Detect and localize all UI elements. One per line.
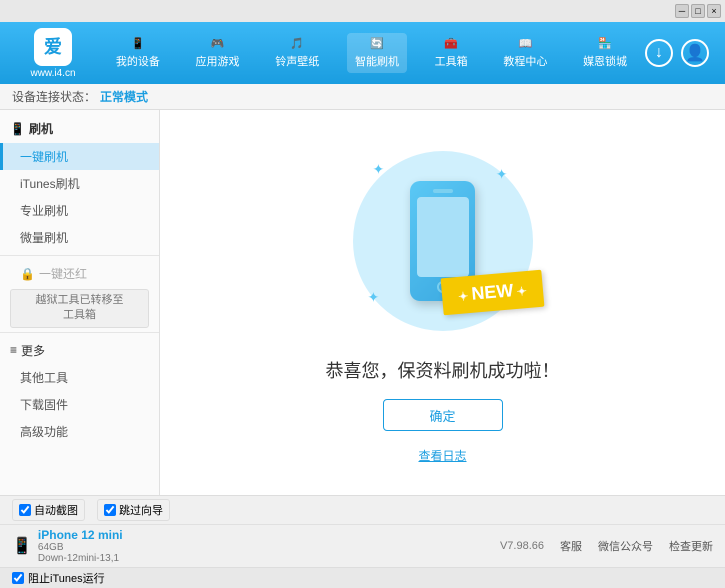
- sidebar-section-locked: 🔒 一键还红: [0, 260, 159, 287]
- sidebar-item-advanced[interactable]: 高级功能: [0, 418, 159, 445]
- status-bar: 设备连接状态： 正常模式: [0, 84, 725, 110]
- circle-background: ✦ ✦ ✦ NEW: [353, 151, 533, 331]
- nav-tutorials[interactable]: 📖 教程中心: [495, 33, 555, 73]
- nav-toolbox[interactable]: 🧰 工具箱: [427, 33, 476, 73]
- success-message: 恭喜您，保资料刷机成功啦！: [326, 357, 560, 383]
- device-storage: 64GB: [38, 542, 123, 553]
- tutorials-icon: 📖: [519, 37, 533, 50]
- store-icon: 🏪: [598, 37, 612, 50]
- header-right: ↓ 👤: [645, 39, 717, 67]
- toolbox-icon: 🧰: [444, 37, 458, 50]
- footer-main-row: 📱 iPhone 12 mini 64GB Down-12mini-13,1 V…: [0, 525, 725, 567]
- new-badge: NEW: [440, 270, 544, 316]
- smart-flash-icon: 🔄: [370, 37, 384, 50]
- lock-icon: 🔒: [20, 267, 35, 281]
- view-log-link[interactable]: 查看日志: [418, 447, 466, 464]
- sidebar-item-itunes-flash[interactable]: iTunes刷机: [0, 170, 159, 197]
- auto-send-label: 自动截图: [34, 502, 78, 518]
- device-model: Down-12mini-13,1: [38, 553, 123, 564]
- logo-url: www.i4.cn: [30, 68, 75, 79]
- sidebar-section-flash: 📱 刷机: [0, 114, 159, 143]
- close-button[interactable]: ×: [707, 4, 721, 18]
- more-section-icon: ≡: [10, 343, 17, 357]
- wizard-checkbox[interactable]: [104, 504, 116, 516]
- footer-wrapper: 自动截图 跳过向导 📱 iPhone 12 mini 64GB Down-12m…: [0, 495, 725, 588]
- sidebar-item-one-key-flash[interactable]: 一键刷机: [0, 143, 159, 170]
- nav-my-device[interactable]: 📱 我的设备: [108, 33, 168, 73]
- minimize-button[interactable]: ─: [675, 4, 689, 18]
- header: 爱 www.i4.cn 📱 我的设备 🎮 应用游戏 🎵 铃声壁纸 🔄 智能刷机 …: [0, 22, 725, 84]
- logo-area: 爱 www.i4.cn: [8, 28, 98, 79]
- sidebar-item-download-firmware[interactable]: 下载固件: [0, 391, 159, 418]
- device-info: iPhone 12 mini 64GB Down-12mini-13,1: [38, 528, 123, 564]
- download-button[interactable]: ↓: [645, 39, 673, 67]
- main-area: 📱 刷机 一键刷机 iTunes刷机 专业刷机 微量刷机 🔒 一键还红 越狱工具…: [0, 110, 725, 495]
- my-device-icon: 📱: [131, 37, 145, 50]
- itunes-checkbox[interactable]: [12, 572, 24, 584]
- wechat-link[interactable]: 微信公众号: [598, 538, 653, 554]
- device-icon: 📱: [12, 536, 32, 556]
- apps-games-icon: 🎮: [211, 37, 225, 50]
- nav-ringtones[interactable]: 🎵 铃声壁纸: [267, 33, 327, 73]
- nav-bar: 📱 我的设备 🎮 应用游戏 🎵 铃声壁纸 🔄 智能刷机 🧰 工具箱 📖 教程中心…: [98, 33, 645, 73]
- phone-speaker: [433, 189, 453, 193]
- locked-message: 越狱工具已转移至工具箱: [10, 289, 149, 328]
- version-text: V7.98.66: [500, 540, 544, 552]
- sidebar: 📱 刷机 一键刷机 iTunes刷机 专业刷机 微量刷机 🔒 一键还红 越狱工具…: [0, 110, 160, 495]
- logo-icon: 爱: [34, 28, 72, 66]
- itunes-label: 阻止iTunes运行: [28, 570, 105, 586]
- sparkle-1: ✦: [373, 161, 385, 178]
- footer-right: V7.98.66 客服 微信公众号 检查更新: [500, 538, 713, 554]
- ringtones-icon: 🎵: [290, 37, 304, 50]
- device-name: iPhone 12 mini: [38, 528, 123, 542]
- sidebar-section-more: ≡ 更多: [0, 337, 159, 364]
- wizard-checkbox-area[interactable]: 跳过向导: [97, 499, 170, 521]
- confirm-button[interactable]: 确定: [383, 399, 503, 431]
- nav-apps-games[interactable]: 🎮 应用游戏: [188, 33, 248, 73]
- content-area: ✦ ✦ ✦ NEW 恭喜您，保资料刷机成功啦！ 确定 查看日志: [160, 110, 725, 495]
- sparkle-2: ✦: [496, 166, 508, 183]
- svg-text:爱: 爱: [44, 37, 62, 57]
- footer-left: 📱 iPhone 12 mini 64GB Down-12mini-13,1: [12, 528, 500, 564]
- phone-illustration: ✦ ✦ ✦ NEW: [343, 141, 543, 341]
- maximize-button[interactable]: □: [691, 4, 705, 18]
- customer-service-link[interactable]: 客服: [560, 538, 582, 554]
- wizard-label: 跳过向导: [119, 502, 163, 518]
- itunes-bar: 阻止iTunes运行: [0, 567, 725, 588]
- auto-send-checkbox-area[interactable]: 自动截图: [12, 499, 85, 521]
- nav-store[interactable]: 🏪 媒恩锁城: [575, 33, 635, 73]
- flash-section-icon: 📱: [10, 122, 25, 136]
- sidebar-divider-2: [0, 332, 159, 333]
- sidebar-divider-1: [0, 255, 159, 256]
- user-button[interactable]: 👤: [681, 39, 709, 67]
- sidebar-item-pro-flash[interactable]: 专业刷机: [0, 197, 159, 224]
- phone-screen: [417, 197, 469, 277]
- sparkle-3: ✦: [368, 289, 380, 306]
- nav-smart-flash[interactable]: 🔄 智能刷机: [347, 33, 407, 73]
- titlebar: ─ □ ×: [0, 0, 725, 22]
- checkbox-row: 自动截图 跳过向导: [0, 496, 725, 525]
- auto-send-checkbox[interactable]: [19, 504, 31, 516]
- sidebar-item-micro-flash[interactable]: 微量刷机: [0, 224, 159, 251]
- check-update-link[interactable]: 检查更新: [669, 538, 713, 554]
- sidebar-item-other-tools[interactable]: 其他工具: [0, 364, 159, 391]
